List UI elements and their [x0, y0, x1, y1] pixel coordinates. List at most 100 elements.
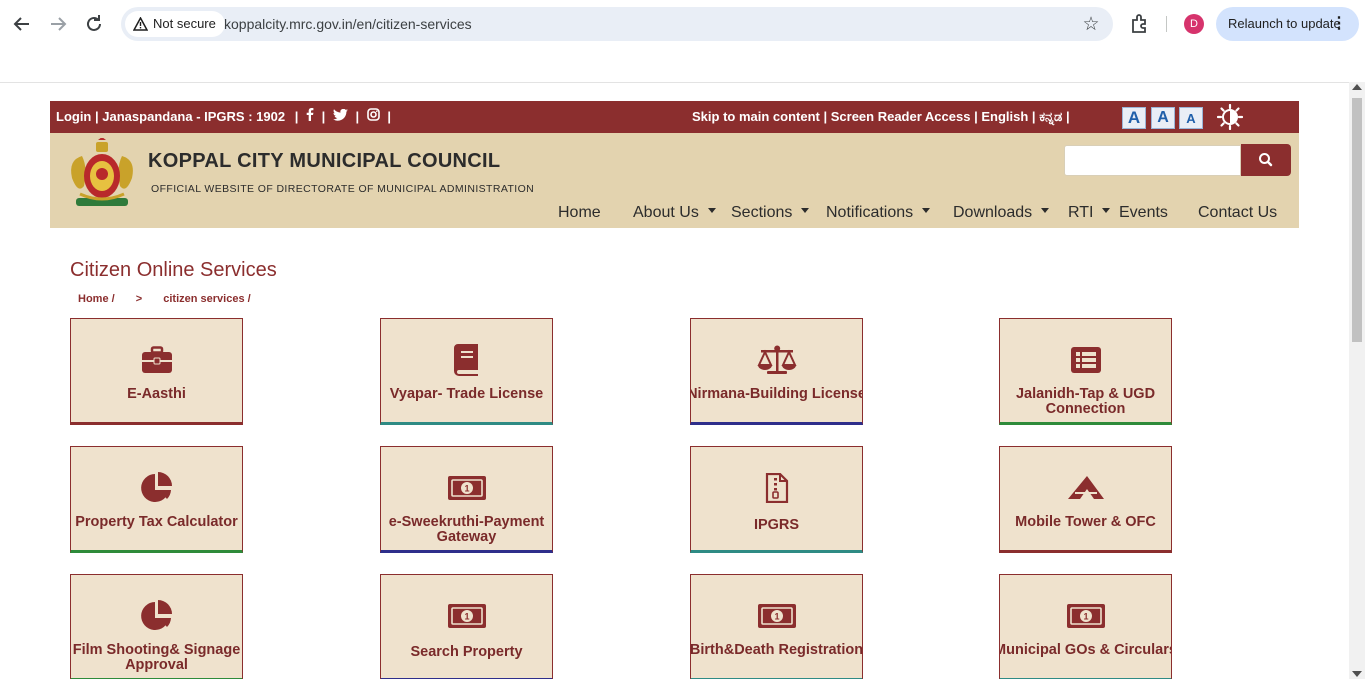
profile-avatar[interactable]: D [1184, 14, 1204, 34]
site-search-button[interactable] [1241, 144, 1291, 176]
tile-label: Property Tax Calculator [75, 514, 238, 530]
money-icon: 1 [691, 599, 862, 633]
relaunch-button[interactable]: Relaunch to update ⋮ [1216, 7, 1359, 41]
nav-contact-us[interactable]: Contact Us [1198, 203, 1277, 223]
janaspandana-link[interactable]: Janaspandana - IPGRS : 1902 [102, 109, 285, 124]
nav-downloads[interactable]: Downloads [953, 203, 1050, 223]
separator: | [1031, 109, 1036, 124]
facebook-icon[interactable] [306, 101, 314, 133]
service-tile-ipgrs[interactable]: IPGRS [690, 446, 863, 553]
separator: | [294, 109, 299, 124]
svg-text:1: 1 [774, 612, 779, 622]
nav-notifications[interactable]: Notifications [826, 203, 931, 223]
login-link[interactable]: Login [56, 109, 91, 124]
breadcrumb-home[interactable]: Home / [78, 293, 115, 305]
nav-events-label: Events [1119, 204, 1168, 221]
more-menu-icon[interactable]: ⋮ [1331, 7, 1347, 41]
tile-label: e-Sweekruthi-Payment Gateway [388, 514, 545, 545]
font-increase-button[interactable]: A [1122, 107, 1146, 129]
page-title: Citizen Online Services [70, 259, 277, 281]
service-tile-property-tax-calculator[interactable]: Property Tax Calculator [70, 446, 243, 553]
service-tile-e-aasthi[interactable]: E-Aasthi [70, 318, 243, 425]
twitter-icon[interactable] [332, 101, 348, 133]
tile-label: IPGRS [753, 517, 800, 533]
nav-rti[interactable]: RTI [1068, 203, 1111, 223]
nav-about-us[interactable]: About Us [633, 203, 716, 223]
separator: | [823, 109, 828, 124]
font-decrease-button[interactable]: A [1179, 107, 1203, 129]
font-decrease-label: A [1186, 111, 1196, 126]
service-tile-film-shooting-signage[interactable]: Film Shooting& Signage Approval [70, 574, 243, 679]
tile-label: Search Property [410, 644, 523, 660]
separator: | [95, 109, 99, 124]
nav-downloads-label: Downloads [953, 204, 1033, 221]
separator: | [387, 109, 392, 124]
extensions-icon[interactable] [1128, 12, 1152, 36]
address-bar[interactable]: Not secure koppalcity.mrc.gov.in/en/citi… [121, 7, 1113, 41]
tile-label: Municipal GOs & Circulars [999, 642, 1172, 658]
security-chip-label: Not secure [153, 16, 216, 31]
scroll-up-icon[interactable] [1352, 84, 1362, 90]
money-icon: 1 [1000, 599, 1171, 633]
tile-label: Jalanidh-Tap & UGD Connection [1015, 386, 1156, 417]
screen-reader-link[interactable]: Screen Reader Access [831, 109, 971, 124]
scroll-thumb[interactable] [1352, 98, 1362, 342]
browser-toolbar: Not secure koppalcity.mrc.gov.in/en/citi… [0, 0, 1365, 48]
breadcrumb-separator: > [135, 293, 143, 305]
search-icon [1259, 153, 1273, 167]
tile-label: E-Aasthi [127, 386, 186, 402]
forward-icon[interactable] [46, 12, 70, 36]
separator: | [355, 109, 360, 124]
scroll-down-icon[interactable] [1352, 671, 1362, 677]
english-link[interactable]: English [981, 109, 1028, 124]
chevron-down-icon [801, 208, 810, 213]
site-header: KOPPAL CITY MUNICIPAL COUNCIL OFFICIAL W… [50, 133, 1299, 228]
site-search-input[interactable] [1064, 145, 1241, 176]
service-tile-birth-death-registration[interactable]: 1 Birth&Death Registration [690, 574, 863, 679]
chevron-down-icon [1041, 208, 1050, 213]
service-tile-jalanidh-tap-ugd[interactable]: Jalanidh-Tap & UGD Connection [999, 318, 1172, 425]
font-normal-button[interactable]: A [1151, 107, 1175, 129]
service-tile-e-sweekruthi-payment[interactable]: 1 e-Sweekruthi-Payment Gateway [380, 446, 553, 553]
nav-notifications-label: Notifications [826, 204, 914, 221]
karnataka-emblem-logo[interactable] [66, 137, 138, 212]
tile-label: Mobile Tower & OFC [1015, 514, 1156, 530]
money-icon: 1 [381, 599, 552, 633]
tile-label: Vyapar- Trade License [389, 386, 544, 402]
svg-text:1: 1 [464, 612, 469, 622]
svg-text:1: 1 [1083, 612, 1088, 622]
security-chip[interactable]: Not secure [125, 11, 225, 37]
tile-label: Film Shooting& Signage Approval [72, 642, 241, 673]
service-tile-municipal-gos-circulars[interactable]: 1 Municipal GOs & Circulars [999, 574, 1172, 679]
service-tile-search-property[interactable]: 1 Search Property [380, 574, 553, 679]
nav-sections[interactable]: Sections [731, 203, 810, 223]
toolbar-divider [1166, 16, 1167, 32]
relaunch-label: Relaunch to update [1228, 16, 1341, 31]
instagram-icon[interactable] [366, 101, 380, 133]
service-tile-mobile-tower-ofc[interactable]: Mobile Tower & OFC [999, 446, 1172, 553]
tile-label: Nirmana-Building License [690, 386, 863, 402]
nav-home[interactable]: Home [558, 203, 601, 223]
briefcase-icon [71, 343, 242, 377]
service-tile-nirmana-building-license[interactable]: Nirmana-Building License [690, 318, 863, 425]
site-title[interactable]: KOPPAL CITY MUNICIPAL COUNCIL [148, 150, 500, 173]
service-tile-vyapar-trade-license[interactable]: Vyapar- Trade License [380, 318, 553, 425]
separator: | [974, 109, 978, 124]
page-viewport: Login | Janaspandana - IPGRS : 1902 | | … [0, 82, 1349, 679]
skip-to-main-link[interactable]: Skip to main content [692, 109, 820, 124]
nav-events[interactable]: Events [1119, 203, 1168, 223]
book-icon [381, 343, 552, 377]
warning-icon [133, 17, 148, 31]
breadcrumb-current: citizen services / [163, 293, 251, 305]
reload-icon[interactable] [82, 12, 106, 36]
contrast-toggle-icon[interactable] [1216, 103, 1244, 131]
page-scrollbar[interactable] [1349, 82, 1365, 679]
font-increase-label: A [1127, 108, 1141, 127]
nav-home-label: Home [558, 204, 601, 221]
kannada-link[interactable]: ಕನ್ನಡ [1039, 109, 1062, 124]
pie-chart-icon [71, 599, 242, 633]
back-icon[interactable] [10, 12, 34, 36]
nav-rti-label: RTI [1068, 204, 1094, 221]
bookmark-star-icon[interactable]: ☆ [1079, 12, 1103, 36]
url-text[interactable]: koppalcity.mrc.gov.in/en/citizen-service… [224, 7, 472, 41]
